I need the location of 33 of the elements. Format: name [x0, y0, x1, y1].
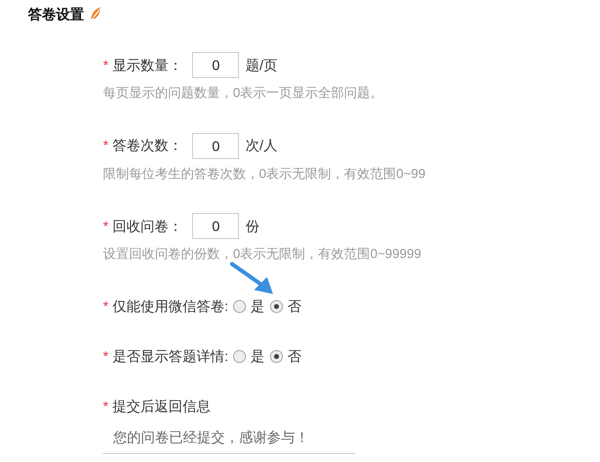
radio-label: 否 [287, 297, 302, 316]
unit-label: 份 [245, 216, 260, 236]
field-label: 回收问卷： [112, 216, 182, 236]
number-input[interactable]: 0 [192, 132, 240, 158]
radio-button[interactable] [233, 350, 246, 363]
required-mark: * [103, 216, 108, 236]
required-mark: * [103, 297, 108, 316]
number-input[interactable]: 0 [192, 52, 240, 78]
field-label: 仅能使用微信答卷: [112, 297, 228, 316]
section-title: 答卷设置 [28, 4, 84, 24]
field-label: 答卷次数： [112, 136, 182, 155]
required-mark: * [103, 56, 108, 74]
required-mark: * [103, 347, 108, 366]
text-input[interactable]: 您的问卷已经提交，感谢参与！ [103, 424, 355, 454]
field-label: 提交后返回信息 [112, 397, 210, 416]
hint-text: 设置回收问卷的份数，0表示无限制，有效范围0~99999 [103, 245, 422, 263]
arrow-annotation [230, 262, 274, 295]
radio-button[interactable] [233, 300, 246, 313]
feather-icon [90, 7, 102, 21]
required-mark: * [103, 136, 108, 155]
radio-button[interactable] [270, 300, 284, 313]
radio-label: 是 [250, 347, 264, 366]
radio-label: 是 [250, 297, 264, 316]
hint-text: 限制每位考生的答卷次数，0表示无限制，有效范围0~99 [103, 164, 427, 182]
field-label: 是否显示答题详情: [112, 347, 228, 366]
unit-label: 题/页 [245, 56, 278, 74]
number-input[interactable]: 0 [192, 213, 240, 239]
radio-button[interactable] [270, 350, 284, 363]
radio-label: 否 [287, 347, 302, 366]
required-mark: * [103, 397, 108, 416]
hint-text: 每页显示的问题数量，0表示一页显示全部问题。 [103, 84, 384, 102]
unit-label: 次/人 [245, 136, 278, 155]
field-label: 显示数量： [112, 56, 182, 74]
